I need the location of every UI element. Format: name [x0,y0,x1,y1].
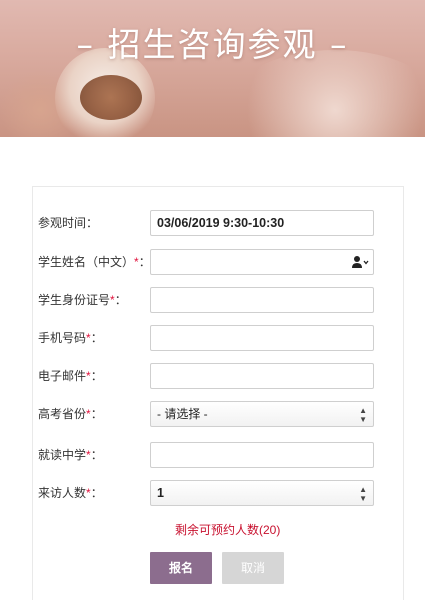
visit-time-row: 参观时间： 03/06/2019 9:30-10:30 [38,210,378,236]
phone-row: 手机号码*： [38,325,378,351]
id-number-label: 学生身份证号*： [38,293,127,307]
cancel-button[interactable]: 取消 [222,552,284,584]
remaining-slots-text: 剩余可预约人数(20) [175,523,281,537]
id-number-input[interactable] [150,287,374,313]
phone-label: 手机号码*： [38,331,103,345]
email-row: 电子邮件*： [38,363,378,389]
province-row: 高考省份*： - 请选择 - ▲ ▼ [38,401,378,427]
visitors-select[interactable]: 1 ▲ ▼ [150,480,374,506]
student-name-label: 学生姓名（中文）*： [38,255,151,269]
visit-time-field[interactable]: 03/06/2019 9:30-10:30 [150,210,374,236]
visit-time-label: 参观时间： [38,216,99,230]
visitors-label: 来访人数*： [38,486,103,500]
header-banner: – 招生咨询参观 – [0,0,425,137]
id-number-row: 学生身份证号*： [38,287,378,313]
person-icon[interactable] [351,250,369,274]
province-select[interactable]: - 请选择 - ▲ ▼ [150,401,374,427]
updown-arrows-icon: ▲ ▼ [359,485,367,503]
school-label: 就读中学*： [38,448,103,462]
school-input[interactable] [150,442,374,468]
visit-time-value: 03/06/2019 9:30-10:30 [157,216,285,230]
visitors-selected-value: 1 [157,486,164,500]
phone-input[interactable] [150,325,374,351]
submit-button[interactable]: 报名 [150,552,212,584]
student-name-row: 学生姓名（中文）*： [38,249,378,275]
email-label: 电子邮件*： [38,369,103,383]
province-selected-value: - 请选择 - [157,407,208,421]
updown-arrows-icon: ▲ ▼ [359,406,367,424]
province-label: 高考省份*： [38,407,103,421]
visitors-row: 来访人数*： 1 ▲ ▼ [38,480,378,506]
banner-coffee-image [80,75,142,120]
email-input[interactable] [150,363,374,389]
page-title: – 招生咨询参观 – [76,25,349,64]
student-name-input[interactable] [150,249,374,275]
school-row: 就读中学*： [38,442,378,468]
